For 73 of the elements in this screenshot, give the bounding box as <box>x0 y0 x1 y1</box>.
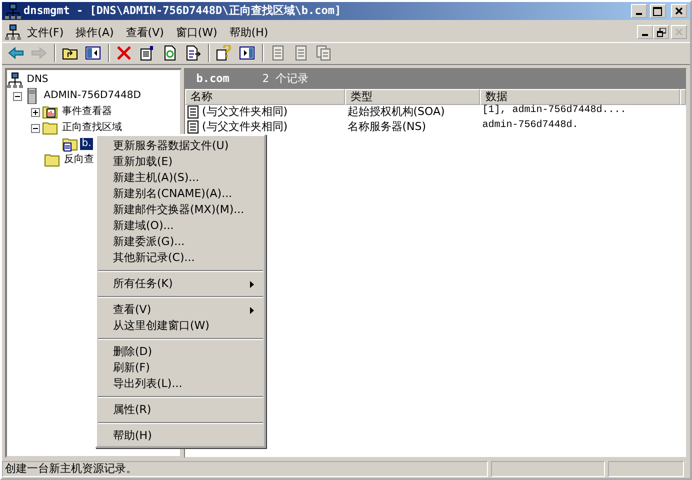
documents-icon <box>316 45 332 62</box>
status-text: 创建一台新主机资源记录。 <box>2 461 488 477</box>
help-icon <box>216 45 232 62</box>
table-cell-text: 起始授权机构(SOA) <box>346 104 446 120</box>
maximize-button[interactable] <box>650 4 666 18</box>
close-icon <box>675 7 684 15</box>
menu-item[interactable]: 其他新记录(C)... <box>97 250 264 266</box>
menu-item[interactable]: 帮助(H) <box>97 428 264 444</box>
tree-toggle-icon <box>85 45 102 62</box>
menu-item[interactable]: 属性(R) <box>97 402 264 418</box>
menu-item[interactable]: 刷新(F) <box>97 360 264 376</box>
back-arrow-icon <box>8 45 24 62</box>
menu-item[interactable]: 新建主机(A)(S)... <box>97 170 264 186</box>
folder-icon <box>42 120 58 136</box>
table-cell-text: admin-756d7448d. <box>481 120 578 132</box>
record-icon <box>187 105 200 119</box>
window-title: dnsmgmt - [DNS\ADMIN-756D7448D\正向查找区域\b.com] <box>24 4 342 18</box>
menu-item[interactable]: 查看(V) <box>120 26 170 39</box>
menu-item[interactable]: 帮助(H) <box>223 26 274 39</box>
network-icon <box>4 24 21 40</box>
table-cell-text: [1], admin-756d7448d.... <box>481 104 626 118</box>
zone-folder-icon <box>62 136 78 152</box>
menu-item[interactable]: 导出列表(L)... <box>97 376 264 392</box>
menu-item[interactable]: 从这里创建窗口(W) <box>97 318 264 334</box>
menu-item[interactable]: 查看(V) <box>97 302 264 318</box>
column-header[interactable]: 类型 <box>345 88 480 104</box>
document-icon <box>293 45 310 62</box>
document-icon <box>270 45 286 62</box>
menu-item[interactable]: 新建域(O)... <box>97 218 264 234</box>
menu-item[interactable]: 操作(A) <box>70 26 120 39</box>
maximize-icon <box>653 6 662 16</box>
tree-item[interactable]: 正向查找区域 <box>60 122 124 134</box>
restore-icon <box>656 28 666 37</box>
menu-item[interactable]: 新建别名(CNAME)(A)... <box>97 186 264 202</box>
table-cell: (与父文件夹相同) <box>202 105 288 119</box>
close-button[interactable] <box>671 4 688 18</box>
export-list-icon <box>185 45 202 62</box>
menu-item[interactable]: 更新服务器数据文件(U) <box>97 138 264 154</box>
tree-item[interactable]: b. <box>80 138 94 150</box>
table-cell: (与父文件夹相同) <box>202 120 288 134</box>
zone-name: b.com <box>196 72 230 86</box>
refresh-icon <box>162 45 178 62</box>
delete-icon <box>116 45 132 62</box>
menu-item[interactable]: 重新加载(E) <box>97 154 264 170</box>
record-count: 2 个记录 <box>262 72 309 86</box>
minimize-button[interactable] <box>631 4 647 18</box>
column-header[interactable] <box>680 88 686 104</box>
event-viewer-icon <box>42 104 58 120</box>
tree-item[interactable]: ADMIN-756D7448D <box>42 90 143 102</box>
expander-icon[interactable] <box>30 124 40 133</box>
network-icon <box>6 72 23 88</box>
expander-icon[interactable] <box>12 92 22 101</box>
panel-icon <box>239 45 256 62</box>
close-icon <box>675 28 684 36</box>
forward-arrow-icon <box>31 45 48 62</box>
column-header[interactable]: 数据 <box>480 88 680 104</box>
network-icon <box>4 3 21 19</box>
menu-item[interactable]: 所有任务(K) <box>97 276 264 292</box>
tree-item[interactable]: 反向查 <box>62 154 96 166</box>
tree-item[interactable]: 事件查看器 <box>60 106 114 118</box>
menu-item[interactable]: 新建委派(G)... <box>97 234 264 250</box>
child-minimize-button[interactable] <box>637 25 654 40</box>
properties-icon <box>139 45 156 62</box>
tree-item[interactable]: DNS <box>24 74 50 86</box>
table-cell-text: 名称服务器(NS) <box>346 120 428 134</box>
menu-item[interactable]: 窗口(W) <box>170 26 224 39</box>
child-restore-button[interactable] <box>653 25 670 40</box>
menu-item[interactable]: 新建邮件交换器(MX)(M)... <box>97 202 264 218</box>
column-header[interactable]: 名称 <box>185 88 346 104</box>
menu-item[interactable]: 文件(F) <box>20 26 70 39</box>
menu-item[interactable]: 删除(D) <box>97 344 264 360</box>
folder-icon <box>44 152 60 168</box>
expander-icon[interactable] <box>30 108 40 117</box>
